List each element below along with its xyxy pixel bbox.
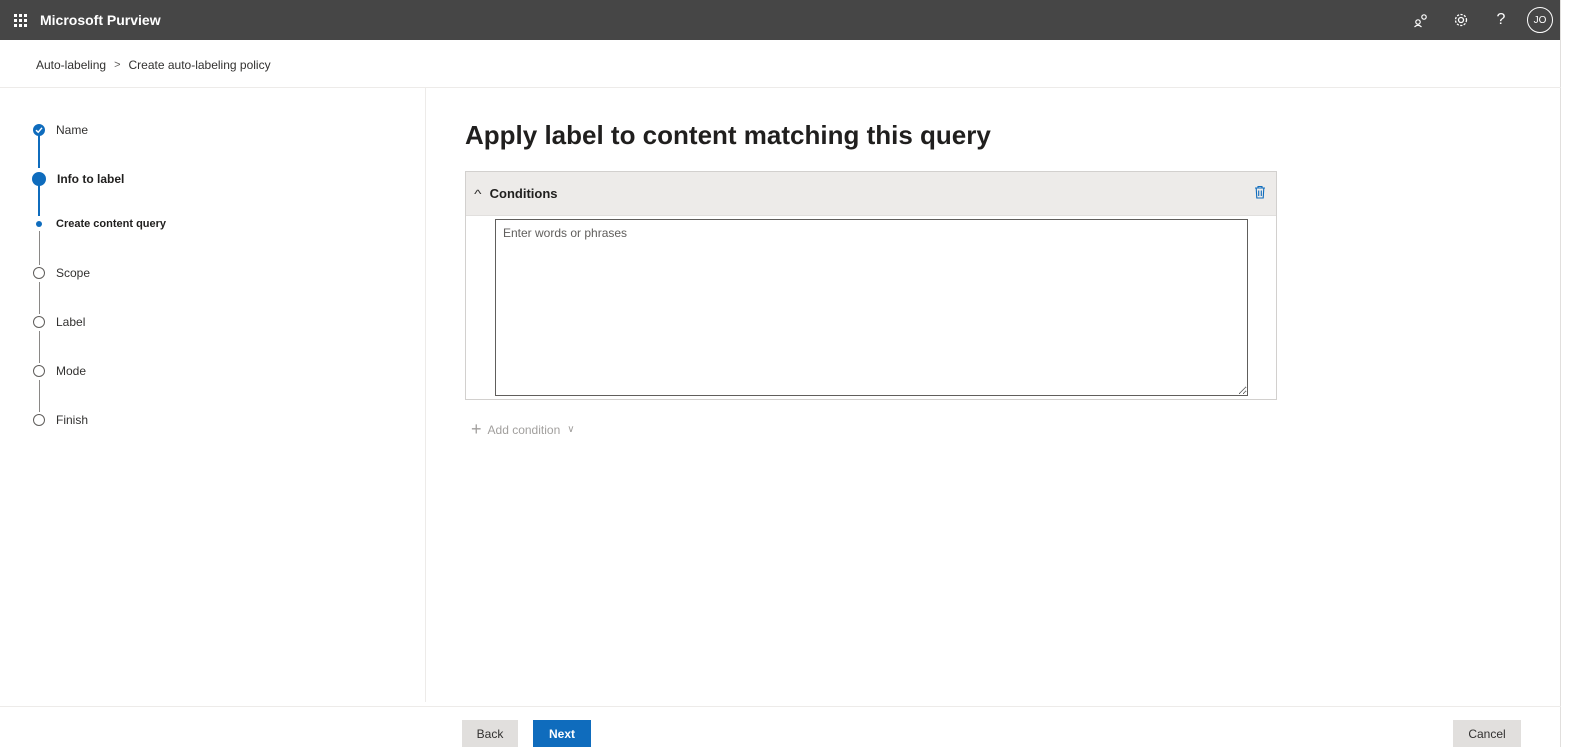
app-launcher-button[interactable]	[0, 0, 40, 40]
breadcrumb-item-current: Create auto-labeling policy	[128, 58, 271, 72]
chevron-down-icon: ∨	[567, 424, 575, 435]
back-button[interactable]: Back	[462, 720, 518, 747]
scrollbar-track	[1560, 0, 1572, 747]
wizard-step-finish[interactable]: Finish	[33, 413, 88, 427]
add-condition-button[interactable]: + Add condition ∨	[471, 419, 575, 440]
waffle-icon	[13, 13, 27, 27]
wizard-step-label-step[interactable]: Label	[33, 315, 85, 329]
breadcrumb-item-auto-labeling[interactable]: Auto-labeling	[36, 58, 106, 72]
page-title: Apply label to content matching this que…	[465, 120, 991, 150]
help-icon[interactable]: ?	[1481, 0, 1521, 40]
conditions-card: ^ Conditions	[465, 171, 1277, 400]
current-substep-icon	[36, 221, 42, 227]
wizard-step-label: Label	[56, 315, 86, 329]
wizard-step-label: Create content query	[56, 218, 167, 230]
breadcrumb: Auto-labeling > Create auto-labeling pol…	[36, 58, 271, 72]
wizard-step-scope[interactable]: Scope	[33, 266, 90, 280]
community-icon[interactable]	[1401, 0, 1441, 40]
next-button[interactable]: Next	[533, 720, 591, 747]
step-connector	[38, 135, 40, 168]
wizard-step-label: Mode	[56, 364, 87, 378]
delete-icon[interactable]	[1254, 185, 1266, 204]
pending-step-icon	[33, 316, 45, 328]
query-input[interactable]	[495, 219, 1248, 396]
step-connector	[39, 380, 40, 412]
wizard-step-label: Scope	[56, 266, 91, 280]
conditions-header[interactable]: ^ Conditions	[466, 172, 1276, 216]
wizard-nav: Name Info to label Create content query …	[0, 88, 426, 702]
wizard-step-label: Name	[56, 123, 89, 137]
app-title[interactable]: Microsoft Purview	[40, 12, 161, 28]
wizard-step-info-to-label[interactable]: Info to label	[32, 172, 125, 186]
add-condition-label: Add condition	[487, 422, 561, 437]
chevron-right-icon: >	[114, 59, 121, 71]
top-bar: Microsoft Purview ? JO	[0, 0, 1561, 40]
wizard-substep-create-content-query[interactable]: Create content query	[33, 218, 166, 230]
conditions-title: Conditions	[489, 186, 558, 201]
step-connector	[39, 331, 40, 363]
pending-step-icon	[33, 267, 45, 279]
gear-icon[interactable]	[1441, 0, 1481, 40]
step-connector	[39, 282, 40, 314]
plus-icon: +	[471, 419, 482, 439]
step-connector	[38, 185, 40, 216]
checkmark-icon	[33, 124, 45, 136]
step-connector	[39, 231, 40, 265]
current-step-icon	[32, 172, 46, 186]
divider	[0, 706, 1561, 707]
avatar[interactable]: JO	[1527, 7, 1553, 33]
pending-step-icon	[33, 365, 45, 377]
wizard-step-label: Finish	[56, 413, 89, 427]
pending-step-icon	[33, 414, 45, 426]
wizard-step-label: Info to label	[57, 172, 125, 186]
chevron-up-icon[interactable]: ^	[474, 187, 481, 201]
cancel-button[interactable]: Cancel	[1453, 720, 1521, 747]
wizard-step-name[interactable]: Name	[33, 123, 88, 137]
wizard-step-mode[interactable]: Mode	[33, 364, 86, 378]
